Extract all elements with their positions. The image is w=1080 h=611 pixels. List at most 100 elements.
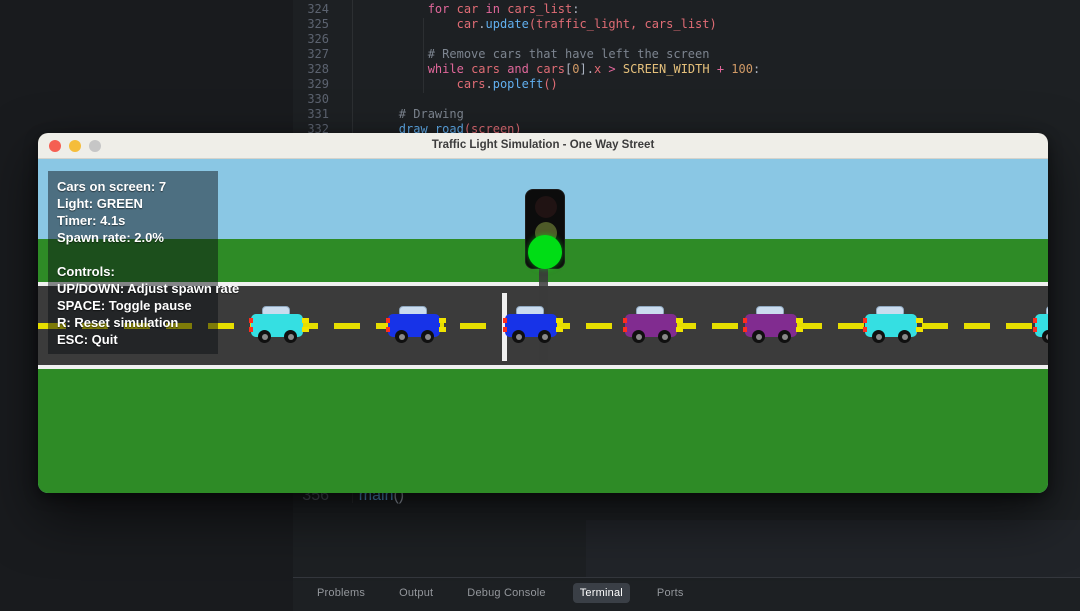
line-number: 328 <box>307 62 329 76</box>
line-number: 329 <box>307 77 329 91</box>
headlight <box>556 318 563 323</box>
code-token: cars <box>456 77 486 91</box>
wheel-hub <box>661 333 668 340</box>
wheel-rear <box>395 330 408 343</box>
tab-terminal[interactable]: Terminal <box>572 583 630 603</box>
headlight <box>302 318 309 323</box>
car <box>1033 306 1048 344</box>
code-text: car.update(traffic_light, cars_list) <box>341 17 717 32</box>
line-number: 325 <box>307 17 329 31</box>
grass-bottom <box>38 369 1048 493</box>
headlight <box>916 327 923 332</box>
code-token: 0 <box>572 62 580 76</box>
car <box>503 306 563 344</box>
wheel-hub <box>424 333 431 340</box>
headlight <box>439 327 446 332</box>
taillight <box>1033 327 1037 332</box>
hud-line: UP/DOWN: Adjust spawn rate <box>57 281 240 296</box>
window-titlebar[interactable]: Traffic Light Simulation - One Way Stree… <box>38 133 1048 159</box>
wheel-hub <box>875 333 882 340</box>
code-token: ]. <box>579 62 594 76</box>
wheel-hub <box>755 333 762 340</box>
window-title: Traffic Light Simulation - One Way Stree… <box>431 139 655 151</box>
tab-debug-console[interactable]: Debug Console <box>460 583 552 603</box>
headlight <box>302 327 309 332</box>
headlight <box>676 318 683 323</box>
wheel-hub <box>635 333 642 340</box>
panel-tab-bar: Problems Output Debug Console Terminal Ports <box>298 582 691 604</box>
code-line: 331 # Drawing <box>293 107 1080 122</box>
wheel-rear <box>752 330 765 343</box>
hud-line: R: Reset simulation <box>57 315 179 330</box>
tab-output[interactable]: Output <box>392 583 440 603</box>
line-number: 326 <box>307 32 329 46</box>
code-text: for car in cars_list: <box>341 2 580 17</box>
code-area: 324 for car in cars_list: 325 car.update(… <box>293 2 1080 137</box>
code-line: 326 <box>293 32 1080 47</box>
code-token: cars_list <box>507 2 573 16</box>
hud-line: Timer: 4.1s <box>57 213 126 228</box>
code-token: . <box>485 77 493 91</box>
code-token: > <box>608 62 616 76</box>
code-token: cars <box>471 62 500 76</box>
wheel-front <box>658 330 671 343</box>
simulation-scene: Cars on screen: 7 Light: GREEN Timer: 4.1s… <box>38 159 1048 493</box>
headlight <box>796 318 803 323</box>
wheel-rear <box>632 330 645 343</box>
code-line: 327 # Remove cars that have left the scr… <box>293 47 1080 62</box>
taillight <box>386 318 390 323</box>
wheel-rear <box>872 330 885 343</box>
simulation-window[interactable]: Traffic Light Simulation - One Way Stree… <box>38 133 1048 493</box>
wheel-hub <box>515 333 522 340</box>
taillight <box>503 318 507 323</box>
code-text: while cars and cars[0].x > SCREEN_WIDTH … <box>341 62 761 77</box>
hud-line <box>57 246 218 263</box>
wheel-hub <box>287 333 294 340</box>
code-line: 328 while cars and cars[0].x > SCREEN_WI… <box>293 62 1080 77</box>
code-token: in <box>485 2 500 16</box>
code-text: # Drawing <box>341 107 464 122</box>
headlight <box>676 327 683 332</box>
code-token: : <box>752 62 761 76</box>
traffic-light-housing <box>525 189 565 269</box>
code-token: 100 <box>731 62 753 76</box>
indent-guide <box>352 0 353 133</box>
green-light-on <box>528 235 562 269</box>
wheel-rear <box>258 330 271 343</box>
hud-line: Spawn rate: 2.0% <box>57 230 164 245</box>
tab-ports[interactable]: Ports <box>650 583 691 603</box>
code-line: 325 car.update(traffic_light, cars_list) <box>293 17 1080 32</box>
code-token: SCREEN_WIDTH <box>622 62 710 76</box>
wheel-hub <box>781 333 788 340</box>
code-token: car <box>456 2 479 16</box>
car <box>743 306 803 344</box>
taillight <box>863 318 867 323</box>
code-token: for <box>427 2 450 16</box>
wheel-rear <box>512 330 525 343</box>
code-token: cars <box>536 62 566 76</box>
hud-line: Light: GREEN <box>57 196 143 211</box>
tab-problems[interactable]: Problems <box>310 583 372 603</box>
terminal-panel[interactable] <box>586 520 1080 577</box>
red-light-off <box>535 196 557 218</box>
taillight <box>743 327 747 332</box>
code-text: # Remove cars that have left the screen <box>341 47 710 62</box>
code-token: + <box>716 62 725 76</box>
wheel-hub <box>1045 333 1048 340</box>
line-number: 327 <box>307 47 329 61</box>
headlight <box>439 318 446 323</box>
headlight <box>916 318 923 323</box>
code-token: : <box>572 2 580 16</box>
taillight <box>623 327 627 332</box>
taillight <box>386 327 390 332</box>
indent-guide <box>423 18 424 93</box>
